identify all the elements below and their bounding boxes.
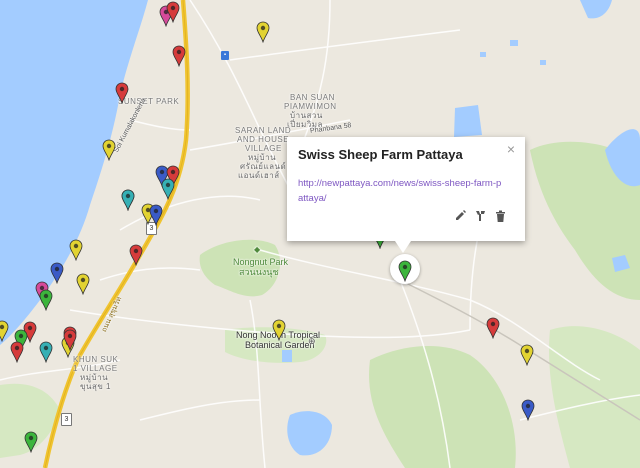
label-ban-suan: BAN SUAN (290, 93, 335, 102)
label-khun-suk: KHUN SUK (73, 355, 119, 364)
map-marker[interactable] (115, 82, 129, 104)
label-ban-suan-thai: บ้านสวน (290, 111, 323, 120)
nongnut-park-icon: ◆ (254, 245, 261, 254)
map-marker[interactable] (521, 399, 535, 421)
map-marker[interactable] (486, 317, 500, 339)
map-marker[interactable] (39, 289, 53, 311)
trash-icon[interactable] (495, 209, 506, 222)
selected-place-marker[interactable] (398, 260, 412, 282)
map-marker[interactable] (50, 262, 64, 284)
label-khun-suk-thai-1: หมู่บ้าน (80, 373, 109, 382)
map-marker[interactable] (520, 344, 534, 366)
map-marker[interactable] (166, 1, 180, 23)
map-marker[interactable] (63, 329, 77, 351)
label-saran-land: SARAN LAND (235, 126, 292, 135)
map-marker[interactable] (76, 273, 90, 295)
map-marker[interactable] (102, 139, 116, 161)
label-nongnut-park: Nongnut Park (233, 257, 289, 267)
label-nongnut-park-thai: สวนนงนุช (239, 267, 279, 277)
label-saran-thai-2: ศรัณย์แลนด์ (240, 162, 287, 171)
label-botanical-garden: Botanical Garden (245, 340, 315, 350)
info-window: Swiss Sheep Farm Pattaya × http://newpat… (287, 137, 525, 253)
map-marker[interactable] (0, 320, 9, 342)
info-window-link[interactable]: http://newpattaya.com/news/swiss-sheep-f… (298, 176, 503, 206)
info-window-toolbar (455, 209, 506, 222)
map-marker[interactable] (10, 341, 24, 363)
label-saran-village: VILLAGE (245, 144, 282, 153)
label-piamwimon: PIAMWIMON (284, 102, 337, 111)
info-window-title: Swiss Sheep Farm Pattaya (298, 147, 463, 162)
label-khun-suk-thai-2: ขุนสุข 1 (80, 382, 111, 391)
map-marker[interactable] (121, 189, 135, 211)
map-marker[interactable] (24, 431, 38, 453)
map-marker[interactable] (129, 244, 143, 266)
label-saran-thai-3: แอนด์เฮาส์ (238, 171, 280, 180)
bus-stop-icon: ▪ (221, 51, 229, 60)
map-marker[interactable] (39, 341, 53, 363)
map-marker[interactable] (256, 21, 270, 43)
map-marker[interactable] (172, 45, 186, 67)
map-marker[interactable] (161, 178, 175, 200)
close-icon[interactable]: × (507, 141, 515, 157)
map-marker[interactable] (69, 239, 83, 261)
pencil-icon[interactable] (455, 209, 466, 221)
map-marker[interactable] (272, 319, 286, 341)
paint-brush-icon[interactable] (475, 209, 486, 221)
route-shield-3-south: 3 (61, 413, 72, 426)
garden-icon: ⊕ (308, 336, 317, 346)
map-marker[interactable] (149, 204, 163, 226)
label-khun-suk-village: 1 VILLAGE (73, 364, 118, 373)
label-and-house: AND HOUSE (237, 135, 290, 144)
map-canvas[interactable]: SUNSET PARK BAN SUAN PIAMWIMON บ้านสวน เ… (0, 0, 640, 468)
label-saran-thai-1: หมู่บ้าน (248, 153, 277, 162)
